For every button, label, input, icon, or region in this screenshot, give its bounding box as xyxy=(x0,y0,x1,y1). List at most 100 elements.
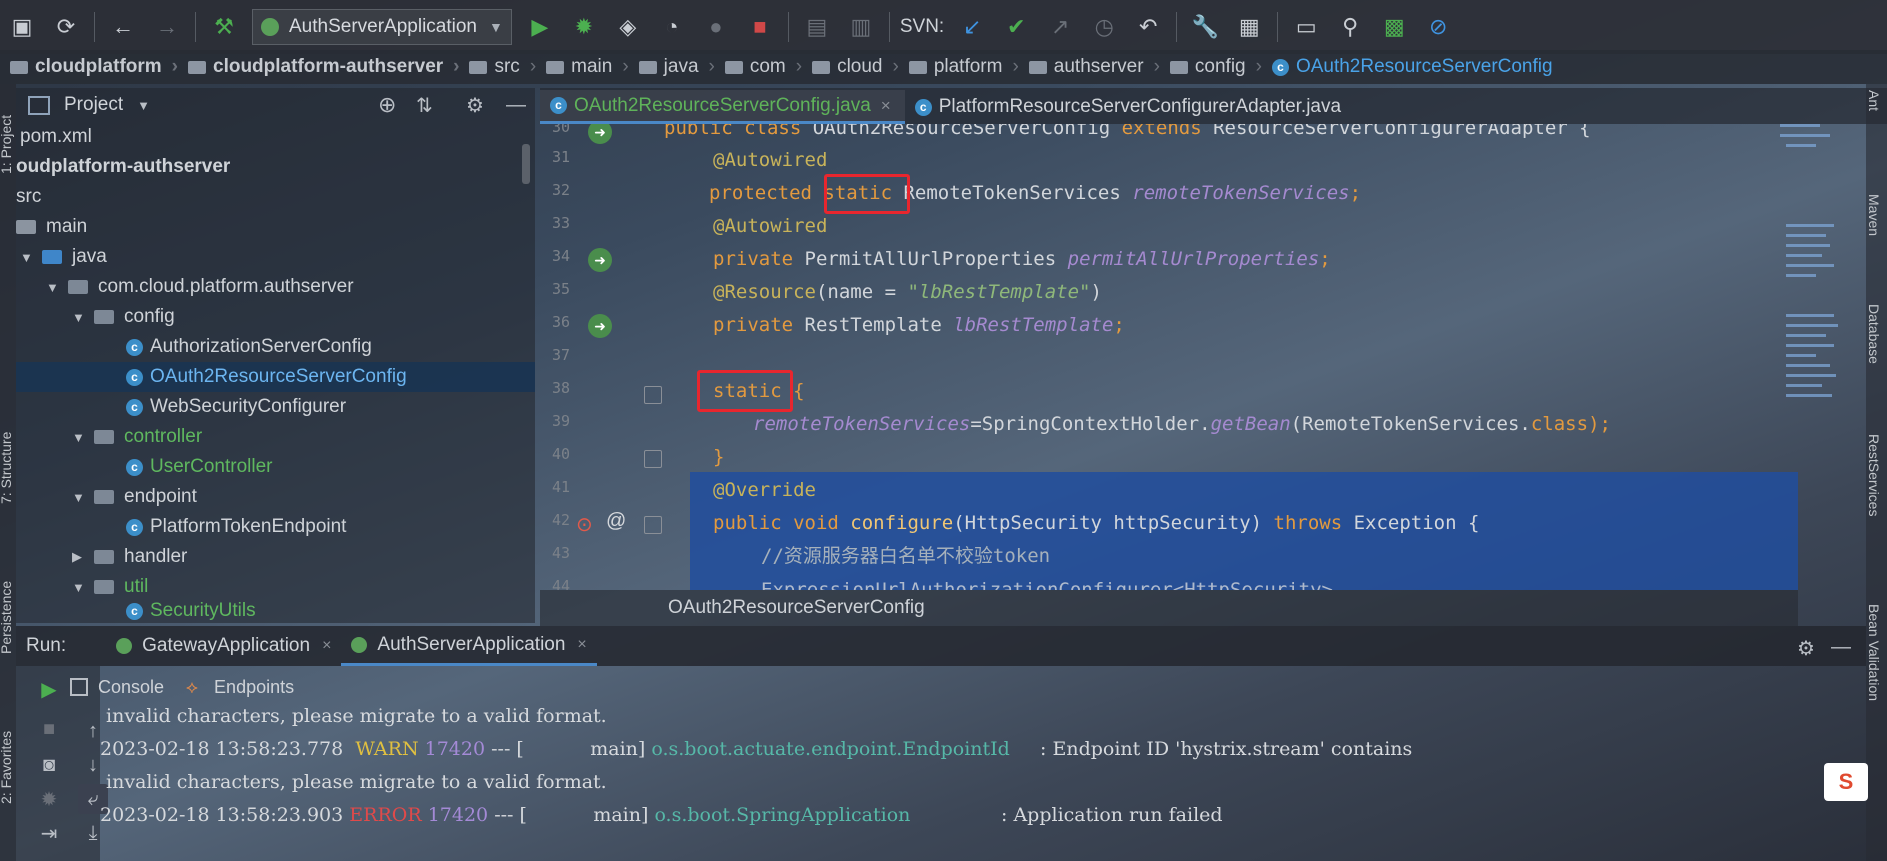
tool-window-persistence[interactable]: Persistence xyxy=(0,581,14,654)
sync-icon[interactable]: ⟳ xyxy=(50,11,82,43)
subtab-endpoints[interactable]: ⟡ Endpoints xyxy=(186,677,294,698)
tree-item-pom[interactable]: pom.xml xyxy=(20,122,92,152)
collapse-all-icon[interactable]: ⇅ xyxy=(416,93,433,118)
breadcrumb-item[interactable]: com › xyxy=(715,56,802,78)
tree-item-oauth2-resource-server-config[interactable]: c OAuth2ResourceServerConfig xyxy=(16,362,535,392)
project-structure-disabled-icon[interactable]: ▤ xyxy=(801,11,833,43)
minimize-icon[interactable]: — xyxy=(506,94,526,117)
settings-wrench-icon[interactable]: 🔧 xyxy=(1189,11,1221,43)
expanded-arrow-icon[interactable]: ▼ xyxy=(46,280,60,295)
tool-window-bean-validation[interactable]: Bean Validation xyxy=(1866,604,1882,701)
override-marker-icon[interactable]: ⊙ xyxy=(576,512,593,537)
stop-icon[interactable]: ■ xyxy=(34,714,64,744)
revert-icon[interactable]: ↶ xyxy=(1132,11,1164,43)
tree-item-main[interactable]: main xyxy=(16,212,87,242)
breadcrumb-item[interactable]: java › xyxy=(629,56,715,78)
tree-item-src[interactable]: src xyxy=(16,182,41,212)
spring-bean-icon[interactable]: ➜ xyxy=(588,248,612,272)
back-icon[interactable]: ← xyxy=(107,11,139,43)
debug-icon[interactable]: ✹ xyxy=(568,11,600,43)
tree-item-module[interactable]: oudplatform-authserver xyxy=(16,152,230,182)
tab-platform-resource-server-configurer-adapter[interactable]: c PlatformResourceServerConfigurerAdapte… xyxy=(905,90,1355,124)
tool-window-favorites[interactable]: 2: Favorites xyxy=(0,731,14,804)
tool-window-maven[interactable]: Maven xyxy=(1866,194,1882,236)
tree-item-platform-token-endpoint[interactable]: c PlatformTokenEndpoint xyxy=(126,512,346,542)
tool-window-structure[interactable]: 7: Structure xyxy=(0,432,14,504)
camera-icon[interactable]: ◙ xyxy=(34,750,64,780)
breadcrumb-item[interactable]: config › xyxy=(1160,56,1262,78)
tool-window-database[interactable]: Database xyxy=(1866,304,1882,364)
editor-footer-label[interactable]: OAuth2ResourceServerConfig xyxy=(668,597,925,619)
breadcrumb-item[interactable]: cloudplatform › xyxy=(0,56,178,78)
tree-item-controller[interactable]: ▼ controller xyxy=(72,422,202,452)
terminal-icon[interactable]: ▭ xyxy=(1290,11,1322,43)
expanded-arrow-icon[interactable]: ▼ xyxy=(72,310,86,325)
console-output[interactable]: invalid characters, please migrate to a … xyxy=(100,704,1887,861)
tool-window-project[interactable]: 1: Project xyxy=(0,115,14,174)
project-panel-title[interactable]: Project xyxy=(64,94,123,116)
code-minimap[interactable] xyxy=(1770,124,1838,424)
code-editor[interactable]: 30 31 32 33 34 35 36 37 38 39 40 41 42 4… xyxy=(540,124,1798,590)
expanded-arrow-icon[interactable]: ▼ xyxy=(20,250,34,265)
at-annotation-icon[interactable]: @ xyxy=(606,510,626,533)
breadcrumb-item[interactable]: authserver › xyxy=(1019,56,1160,78)
breadcrumb-item[interactable]: platform › xyxy=(899,56,1019,78)
spring-bean-icon[interactable]: ➜ xyxy=(588,314,612,338)
close-icon[interactable]: × xyxy=(322,637,331,655)
project-structure-icon[interactable]: ▦ xyxy=(1233,11,1265,43)
expanded-arrow-icon[interactable]: ▼ xyxy=(72,490,86,505)
tree-item-security-utils[interactable]: c SecurityUtils xyxy=(126,600,256,622)
run-icon[interactable]: ▶ xyxy=(524,11,556,43)
exit-icon[interactable]: ⇥ xyxy=(34,818,64,848)
save-all-icon[interactable]: ▣ xyxy=(6,11,38,43)
search-icon[interactable]: ⚲ xyxy=(1334,11,1366,43)
close-icon[interactable]: × xyxy=(881,96,891,116)
subtab-console[interactable]: Console xyxy=(70,677,164,698)
collapsed-arrow-icon[interactable]: ▶ xyxy=(72,549,86,565)
run-tab-gateway[interactable]: GatewayApplication × xyxy=(106,626,341,666)
tool-window-ant[interactable]: Ant xyxy=(1866,90,1882,111)
tree-item-package[interactable]: ▼ com.cloud.platform.authserver xyxy=(46,272,354,302)
chevron-down-icon[interactable]: ▼ xyxy=(137,98,150,113)
tree-item-user-controller[interactable]: c UserController xyxy=(126,452,272,482)
fold-marker-icon[interactable] xyxy=(644,450,662,468)
tree-item-handler[interactable]: ▶ handler xyxy=(72,542,187,572)
profile-icon[interactable]: ◔ xyxy=(656,11,688,43)
run-tab-authserver[interactable]: AuthServerApplication × xyxy=(341,626,597,666)
minimize-icon[interactable]: — xyxy=(1831,636,1851,660)
gear-icon[interactable]: ⚙ xyxy=(466,93,484,118)
settings-disabled-icon[interactable]: ✹ xyxy=(34,784,64,814)
stop-icon[interactable]: ■ xyxy=(744,11,776,43)
breadcrumb-item[interactable]: cloudplatform-authserver › xyxy=(178,56,459,78)
attach-icon[interactable]: ● xyxy=(700,11,732,43)
breadcrumb-item[interactable]: src › xyxy=(459,56,536,78)
breadcrumb-item[interactable]: main › xyxy=(536,56,629,78)
run-configuration-select[interactable]: AuthServerApplication ▼ xyxy=(252,9,512,45)
layout-icon[interactable]: ▥ xyxy=(845,11,877,43)
tree-item-java[interactable]: ▼ java xyxy=(20,242,107,272)
expanded-arrow-icon[interactable]: ▼ xyxy=(72,430,86,445)
svn-update-icon[interactable]: ↙ xyxy=(956,11,988,43)
tree-item-config[interactable]: ▼ config xyxy=(72,302,175,332)
spring-bean-icon[interactable]: ➜ xyxy=(588,124,612,144)
stats-icon[interactable]: ▩ xyxy=(1378,11,1410,43)
breadcrumb-item[interactable]: cloud › xyxy=(802,56,899,78)
ime-logo-icon[interactable]: S xyxy=(1824,763,1868,801)
disable-icon[interactable]: ⊘ xyxy=(1422,11,1454,43)
fold-marker-icon[interactable] xyxy=(644,386,662,404)
breadcrumb-item[interactable]: c OAuth2ResourceServerConfig xyxy=(1262,56,1553,78)
svn-commit-icon[interactable]: ✔ xyxy=(1000,11,1032,43)
locate-icon[interactable]: ⊕ xyxy=(378,92,396,118)
history-icon[interactable]: ◷ xyxy=(1088,11,1120,43)
tree-item-endpoint[interactable]: ▼ endpoint xyxy=(72,482,197,512)
close-icon[interactable]: × xyxy=(577,636,586,654)
project-scrollbar[interactable] xyxy=(522,144,530,184)
coverage-icon[interactable]: ◈ xyxy=(612,11,644,43)
build-hammer-icon[interactable]: ⚒ xyxy=(208,11,240,43)
tree-item-web-security-configurer[interactable]: c WebSecurityConfigurer xyxy=(126,392,346,422)
rerun-icon[interactable]: ▶ xyxy=(34,674,64,704)
fold-marker-icon[interactable] xyxy=(644,516,662,534)
gear-icon[interactable]: ⚙ xyxy=(1797,636,1815,660)
svn-compare-icon[interactable]: ↗ xyxy=(1044,11,1076,43)
tree-item-util[interactable]: ▼ util xyxy=(72,572,148,602)
